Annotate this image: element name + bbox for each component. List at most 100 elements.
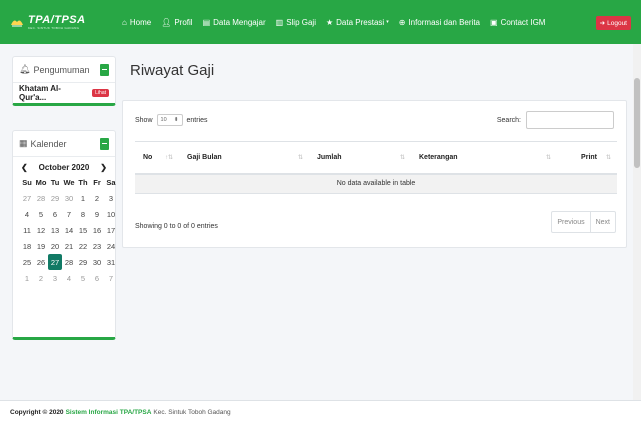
calendar-day[interactable]: 26 <box>34 254 48 270</box>
calendar-day[interactable]: 29 <box>48 190 62 206</box>
calendar-day[interactable]: 1 <box>76 190 90 206</box>
col-jumlah[interactable]: Jumlah ⇅ <box>309 141 411 175</box>
calendar-day[interactable]: 11 <box>20 222 34 238</box>
weekday-header: Mo <box>35 177 47 187</box>
calendar-day[interactable]: 5 <box>76 270 90 286</box>
calendar-day[interactable]: 12 <box>34 222 48 238</box>
calendar-day[interactable]: 7 <box>62 206 76 222</box>
col-keterangan[interactable]: Keterangan ⇅ <box>411 141 557 175</box>
calendar-day[interactable]: 13 <box>48 222 62 238</box>
nav-item-home[interactable]: ⌂ Home <box>122 18 151 27</box>
calendar-day[interactable]: 3 <box>48 270 62 286</box>
sort-icon: ⇅ <box>399 154 405 161</box>
calendar-day[interactable]: 20 <box>48 238 62 254</box>
entries-select[interactable]: 10 ⬍ <box>156 114 183 126</box>
calendar-day[interactable]: 6 <box>48 206 62 222</box>
calendar-day[interactable]: 16 <box>90 222 104 238</box>
brand-logo[interactable]: TPA/TPSA KEC. SINTUK TOBOH GADANG <box>0 0 122 44</box>
calendar-day[interactable]: 17 <box>104 222 118 238</box>
col-gaji-bulan[interactable]: Gaji Bulan ⇅ <box>179 141 309 175</box>
announcement-title: Pengumuman <box>33 64 90 75</box>
calendar-day[interactable]: 3 <box>104 190 118 206</box>
calendar-day[interactable]: 6 <box>90 270 104 286</box>
prev-month-button[interactable]: ❮ <box>21 163 28 172</box>
search-input[interactable] <box>526 111 614 129</box>
logo-icon <box>11 20 23 27</box>
calendar-day[interactable]: 8 <box>76 206 90 222</box>
nav-item-contact-igm[interactable]: ▣ Contact IGM <box>490 18 545 27</box>
previous-page-button[interactable]: Previous <box>552 212 589 232</box>
calendar-day[interactable]: 30 <box>90 254 104 270</box>
view-badge-button[interactable]: Lihat <box>92 89 109 97</box>
calendar-day[interactable]: 2 <box>34 270 48 286</box>
calendar-day[interactable]: 9 <box>90 206 104 222</box>
page-title: Riwayat Gaji <box>130 62 215 79</box>
scrollbar-thumb[interactable] <box>634 78 640 168</box>
logout-button[interactable]: ➜ Logout <box>595 16 631 30</box>
collapse-announcement-button[interactable] <box>100 63 109 76</box>
calendar-day[interactable]: 24 <box>104 238 118 254</box>
calendar-day[interactable]: 30 <box>62 190 76 206</box>
table-info: Showing 0 to 0 of 0 entries <box>135 223 218 230</box>
calendar-month: October 2020 <box>38 162 90 172</box>
calendar-day[interactable]: 19 <box>34 238 48 254</box>
dropdown-caret-icon: ▾ <box>386 19 389 25</box>
calendar-day[interactable]: 15 <box>76 222 90 238</box>
calendar-day[interactable]: 5 <box>34 206 48 222</box>
calendar-day[interactable]: 22 <box>76 238 90 254</box>
calendar-day[interactable]: 10 <box>104 206 118 222</box>
page-scrollbar[interactable] <box>633 44 641 400</box>
contact-icon: ▣ <box>490 17 498 27</box>
home-icon: ⌂ <box>122 17 127 27</box>
logout-label: Logout <box>607 19 627 27</box>
col-no[interactable]: No ↑⇅ <box>135 141 179 175</box>
calendar-day[interactable]: 18 <box>20 238 34 254</box>
calendar-day[interactable]: 31 <box>104 254 118 270</box>
calendar-day[interactable]: 21 <box>62 238 76 254</box>
collapse-calendar-button[interactable] <box>100 137 109 150</box>
logout-icon: ➜ <box>599 20 606 27</box>
calendar-icon: ▦ <box>19 138 28 148</box>
nav-item-data-mengajar[interactable]: ▤ Data Mengajar <box>203 18 266 27</box>
entries-length-control: Show 10 ⬍ entries <box>135 114 208 126</box>
calendar-day[interactable]: 4 <box>62 270 76 286</box>
calendar-day[interactable]: 25 <box>20 254 34 270</box>
sort-icon: ⇅ <box>545 154 551 161</box>
calendar-day[interactable]: 2 <box>90 190 104 206</box>
weekday-header: Fr <box>93 177 101 187</box>
globe-icon: ⊕ <box>398 17 406 27</box>
calendar-day[interactable]: 14 <box>62 222 76 238</box>
announcement-item[interactable]: Khatam Al-Qur'a... Lihat <box>13 83 115 103</box>
calendar-day[interactable]: 4 <box>20 206 34 222</box>
nav-item-data-prestasi[interactable]: ★ Data Prestasi ▾ <box>326 18 389 27</box>
nav-item-label: Slip Gaji <box>286 17 316 27</box>
announcement-card: 🔔︎ Pengumuman Khatam Al-Qur'a... Lihat <box>12 56 116 106</box>
calendar-day[interactable]: 7 <box>104 270 118 286</box>
nav-item-informasi-dan-berita[interactable]: ⊕ Informasi dan Berita <box>399 18 480 27</box>
weekday-header: Th <box>78 177 88 187</box>
table-row: No data available in table <box>135 173 617 194</box>
table-header-row: No ↑⇅ Gaji Bulan ⇅ Jumlah ⇅ Keterangan ⇅ Pri… <box>135 141 617 175</box>
calendar-day[interactable]: 29 <box>76 254 90 270</box>
calendar-title: Kalender <box>30 138 67 149</box>
next-month-button[interactable]: ❯ <box>100 163 107 172</box>
calendar-day[interactable]: 23 <box>90 238 104 254</box>
footer-location: Kec. Sintuk Toboh Gadang <box>153 409 231 416</box>
calendar-day[interactable]: 28 <box>62 254 76 270</box>
calendar-day[interactable]: 28 <box>34 190 48 206</box>
search-control: Search: <box>497 111 614 129</box>
system-link[interactable]: Sistem Informasi TPA/TPSA <box>66 409 152 416</box>
salary-table: No ↑⇅ Gaji Bulan ⇅ Jumlah ⇅ Keterangan ⇅ Pri… <box>135 141 617 194</box>
nav-item-slip-gaji[interactable]: ▥ Slip Gaji <box>276 18 316 27</box>
show-label: Show <box>135 116 153 124</box>
copyright-text: Copyright © 2020 <box>10 409 64 416</box>
brand-subtitle: KEC. SINTUK TOBOH GADANG <box>28 25 80 30</box>
calendar-day[interactable]: 27 <box>20 190 34 206</box>
bell-icon: 🔔︎ <box>19 64 31 74</box>
top-navbar: TPA/TPSA KEC. SINTUK TOBOH GADANG ⌂ Home 👤… <box>0 0 641 44</box>
calendar-day-today[interactable]: 27 <box>48 254 62 270</box>
nav-item-profil[interactable]: 👤︎ Profil <box>161 18 192 27</box>
next-page-button[interactable]: Next <box>589 212 615 232</box>
col-print[interactable]: Print ⇅ <box>557 141 617 175</box>
calendar-day[interactable]: 1 <box>20 270 34 286</box>
